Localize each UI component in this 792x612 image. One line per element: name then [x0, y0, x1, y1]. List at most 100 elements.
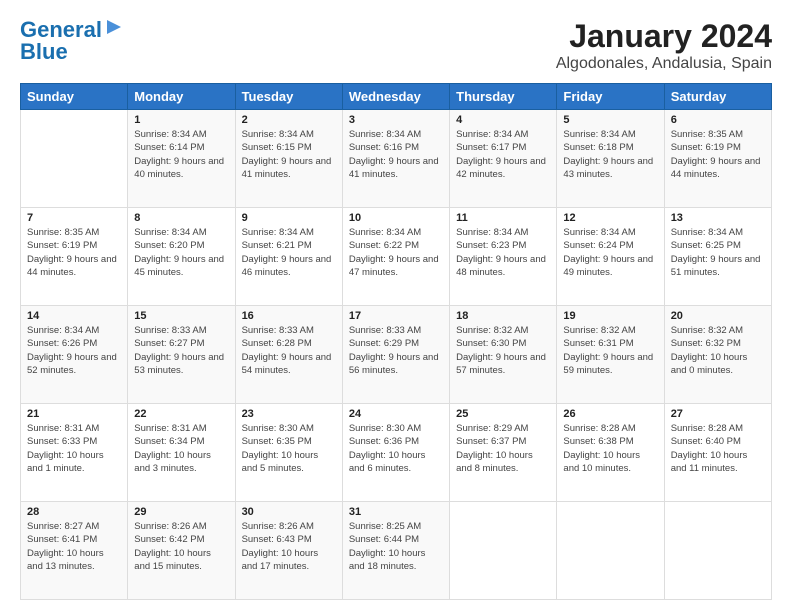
sunrise-text: Sunrise: 8:28 AM	[671, 423, 743, 434]
title-block: January 2024 Algodonales, Andalusia, Spa…	[556, 18, 772, 73]
daylight-text: Daylight: 9 hours and 41 minutes.	[349, 156, 439, 180]
day-info: Sunrise: 8:32 AM Sunset: 6:32 PM Dayligh…	[671, 324, 765, 377]
sunrise-text: Sunrise: 8:35 AM	[27, 227, 99, 238]
daylight-text: Daylight: 10 hours and 5 minutes.	[242, 450, 319, 474]
day-number: 20	[671, 310, 765, 322]
day-info: Sunrise: 8:28 AM Sunset: 6:40 PM Dayligh…	[671, 422, 765, 475]
daylight-text: Daylight: 9 hours and 43 minutes.	[563, 156, 653, 180]
sunset-text: Sunset: 6:43 PM	[242, 534, 312, 545]
sunrise-text: Sunrise: 8:34 AM	[242, 129, 314, 140]
sunrise-text: Sunrise: 8:34 AM	[349, 129, 421, 140]
col-saturday: Saturday	[664, 84, 771, 110]
calendar-week-row: 7 Sunrise: 8:35 AM Sunset: 6:19 PM Dayli…	[21, 208, 772, 306]
page-header: General Blue January 2024 Algodonales, A…	[20, 18, 772, 73]
sunset-text: Sunset: 6:23 PM	[456, 240, 526, 251]
day-info: Sunrise: 8:34 AM Sunset: 6:18 PM Dayligh…	[563, 128, 657, 181]
day-number: 23	[242, 408, 336, 420]
daylight-text: Daylight: 9 hours and 51 minutes.	[671, 254, 761, 278]
day-number: 3	[349, 114, 443, 126]
daylight-text: Daylight: 9 hours and 57 minutes.	[456, 352, 546, 376]
day-number: 10	[349, 212, 443, 224]
table-row: 5 Sunrise: 8:34 AM Sunset: 6:18 PM Dayli…	[557, 110, 664, 208]
day-number: 8	[134, 212, 228, 224]
day-number: 30	[242, 506, 336, 518]
day-info: Sunrise: 8:27 AM Sunset: 6:41 PM Dayligh…	[27, 520, 121, 573]
table-row: 1 Sunrise: 8:34 AM Sunset: 6:14 PM Dayli…	[128, 110, 235, 208]
sunrise-text: Sunrise: 8:32 AM	[563, 325, 635, 336]
sunset-text: Sunset: 6:14 PM	[134, 142, 204, 153]
sunrise-text: Sunrise: 8:34 AM	[456, 227, 528, 238]
daylight-text: Daylight: 10 hours and 3 minutes.	[134, 450, 211, 474]
daylight-text: Daylight: 10 hours and 18 minutes.	[349, 548, 426, 572]
sunrise-text: Sunrise: 8:34 AM	[349, 227, 421, 238]
day-number: 29	[134, 506, 228, 518]
table-row: 2 Sunrise: 8:34 AM Sunset: 6:15 PM Dayli…	[235, 110, 342, 208]
table-row: 28 Sunrise: 8:27 AM Sunset: 6:41 PM Dayl…	[21, 502, 128, 600]
table-row: 21 Sunrise: 8:31 AM Sunset: 6:33 PM Dayl…	[21, 404, 128, 502]
sunset-text: Sunset: 6:25 PM	[671, 240, 741, 251]
sunrise-text: Sunrise: 8:34 AM	[563, 227, 635, 238]
day-info: Sunrise: 8:34 AM Sunset: 6:20 PM Dayligh…	[134, 226, 228, 279]
sunset-text: Sunset: 6:36 PM	[349, 436, 419, 447]
table-row: 29 Sunrise: 8:26 AM Sunset: 6:42 PM Dayl…	[128, 502, 235, 600]
day-number: 12	[563, 212, 657, 224]
calendar-title: January 2024	[556, 18, 772, 55]
sunrise-text: Sunrise: 8:27 AM	[27, 521, 99, 532]
sunset-text: Sunset: 6:29 PM	[349, 338, 419, 349]
day-number: 27	[671, 408, 765, 420]
sunset-text: Sunset: 6:31 PM	[563, 338, 633, 349]
table-row: 20 Sunrise: 8:32 AM Sunset: 6:32 PM Dayl…	[664, 306, 771, 404]
table-row: 19 Sunrise: 8:32 AM Sunset: 6:31 PM Dayl…	[557, 306, 664, 404]
day-number: 19	[563, 310, 657, 322]
table-row: 14 Sunrise: 8:34 AM Sunset: 6:26 PM Dayl…	[21, 306, 128, 404]
day-number: 18	[456, 310, 550, 322]
day-info: Sunrise: 8:26 AM Sunset: 6:43 PM Dayligh…	[242, 520, 336, 573]
day-info: Sunrise: 8:33 AM Sunset: 6:27 PM Dayligh…	[134, 324, 228, 377]
table-row: 4 Sunrise: 8:34 AM Sunset: 6:17 PM Dayli…	[450, 110, 557, 208]
day-info: Sunrise: 8:29 AM Sunset: 6:37 PM Dayligh…	[456, 422, 550, 475]
sunrise-text: Sunrise: 8:29 AM	[456, 423, 528, 434]
logo-general: General	[20, 17, 102, 42]
day-number: 25	[456, 408, 550, 420]
day-info: Sunrise: 8:30 AM Sunset: 6:36 PM Dayligh…	[349, 422, 443, 475]
sunset-text: Sunset: 6:21 PM	[242, 240, 312, 251]
day-info: Sunrise: 8:34 AM Sunset: 6:24 PM Dayligh…	[563, 226, 657, 279]
sunset-text: Sunset: 6:34 PM	[134, 436, 204, 447]
table-row: 11 Sunrise: 8:34 AM Sunset: 6:23 PM Dayl…	[450, 208, 557, 306]
table-row: 15 Sunrise: 8:33 AM Sunset: 6:27 PM Dayl…	[128, 306, 235, 404]
daylight-text: Daylight: 10 hours and 13 minutes.	[27, 548, 104, 572]
calendar-week-row: 1 Sunrise: 8:34 AM Sunset: 6:14 PM Dayli…	[21, 110, 772, 208]
sunset-text: Sunset: 6:40 PM	[671, 436, 741, 447]
daylight-text: Daylight: 9 hours and 56 minutes.	[349, 352, 439, 376]
daylight-text: Daylight: 9 hours and 45 minutes.	[134, 254, 224, 278]
sunset-text: Sunset: 6:22 PM	[349, 240, 419, 251]
day-number: 2	[242, 114, 336, 126]
table-row: 3 Sunrise: 8:34 AM Sunset: 6:16 PM Dayli…	[342, 110, 449, 208]
table-row: 31 Sunrise: 8:25 AM Sunset: 6:44 PM Dayl…	[342, 502, 449, 600]
sunrise-text: Sunrise: 8:26 AM	[242, 521, 314, 532]
table-row: 23 Sunrise: 8:30 AM Sunset: 6:35 PM Dayl…	[235, 404, 342, 502]
day-info: Sunrise: 8:33 AM Sunset: 6:29 PM Dayligh…	[349, 324, 443, 377]
calendar-week-row: 28 Sunrise: 8:27 AM Sunset: 6:41 PM Dayl…	[21, 502, 772, 600]
sunrise-text: Sunrise: 8:34 AM	[563, 129, 635, 140]
col-sunday: Sunday	[21, 84, 128, 110]
day-info: Sunrise: 8:30 AM Sunset: 6:35 PM Dayligh…	[242, 422, 336, 475]
day-info: Sunrise: 8:34 AM Sunset: 6:25 PM Dayligh…	[671, 226, 765, 279]
daylight-text: Daylight: 9 hours and 44 minutes.	[27, 254, 117, 278]
day-info: Sunrise: 8:34 AM Sunset: 6:22 PM Dayligh…	[349, 226, 443, 279]
daylight-text: Daylight: 10 hours and 6 minutes.	[349, 450, 426, 474]
day-number: 26	[563, 408, 657, 420]
sunrise-text: Sunrise: 8:31 AM	[134, 423, 206, 434]
daylight-text: Daylight: 10 hours and 11 minutes.	[671, 450, 748, 474]
sunset-text: Sunset: 6:33 PM	[27, 436, 97, 447]
day-number: 13	[671, 212, 765, 224]
daylight-text: Daylight: 9 hours and 48 minutes.	[456, 254, 546, 278]
day-number: 21	[27, 408, 121, 420]
table-row	[450, 502, 557, 600]
sunset-text: Sunset: 6:38 PM	[563, 436, 633, 447]
table-row: 12 Sunrise: 8:34 AM Sunset: 6:24 PM Dayl…	[557, 208, 664, 306]
table-row: 13 Sunrise: 8:34 AM Sunset: 6:25 PM Dayl…	[664, 208, 771, 306]
sunset-text: Sunset: 6:41 PM	[27, 534, 97, 545]
sunrise-text: Sunrise: 8:32 AM	[671, 325, 743, 336]
daylight-text: Daylight: 10 hours and 8 minutes.	[456, 450, 533, 474]
